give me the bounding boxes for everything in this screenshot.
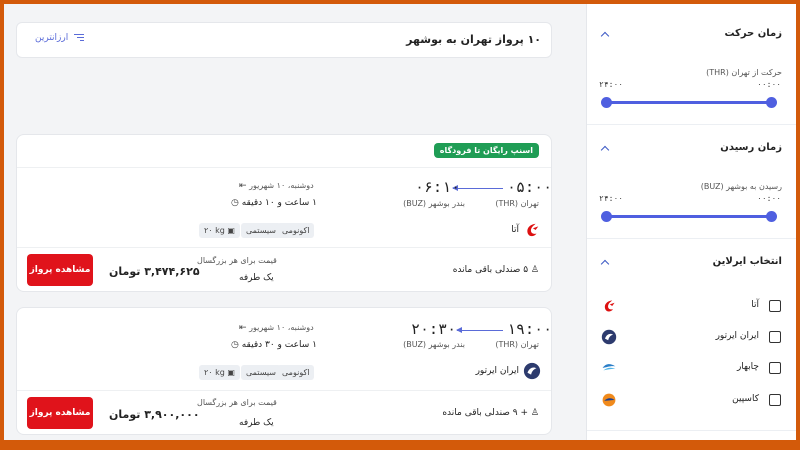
seats-left: ♙ ۵ صندلی باقی مانده xyxy=(452,265,539,275)
route-arrow xyxy=(456,327,503,333)
arrive-time: ۰۶:۱۰ xyxy=(415,178,461,196)
calendar-icon: ⇤ xyxy=(239,181,247,191)
destination-label: بندر بوشهر (BUZ) xyxy=(403,340,465,349)
type-tag: سیستمی xyxy=(241,365,281,380)
divider xyxy=(17,390,551,391)
slider-handle[interactable] xyxy=(766,211,777,222)
divider xyxy=(587,124,796,125)
flight-card[interactable]: اسنپ رایگان تا فرودگاه ۰۵:۰۰ ۰۶:۱۰ تهران… xyxy=(16,134,552,292)
depart-time: ۰۵:۰۰ xyxy=(507,178,553,196)
airline-option-label: آتا xyxy=(751,300,759,310)
class-tag: اکونومی xyxy=(277,365,315,380)
chevron-up-icon[interactable] xyxy=(601,144,609,152)
chevron-up-icon[interactable] xyxy=(601,30,609,38)
price-label: قیمت برای هر بزرگسال xyxy=(197,256,277,265)
baggage-tag: ۲۰ kg ▣ xyxy=(199,365,240,380)
arrival-slider[interactable] xyxy=(601,211,777,222)
airline-option[interactable]: آتا xyxy=(601,298,781,314)
view-flight-button[interactable]: مشاهده پرواز xyxy=(27,397,93,429)
divider xyxy=(587,238,796,239)
slider-handle[interactable] xyxy=(601,211,612,222)
airline-name: آتا xyxy=(511,225,519,235)
suitcase-icon: ▣ xyxy=(227,368,235,377)
caspian-logo-icon xyxy=(602,393,616,407)
route-arrow xyxy=(452,185,503,191)
ata-logo-icon xyxy=(527,223,539,237)
date-label: دوشنبه، ۱۰ شهریور ⇤ xyxy=(239,323,314,333)
chevron-up-icon[interactable] xyxy=(601,258,609,266)
results-header: ۱۰ پرواز تهران به بوشهر ارزانترین xyxy=(16,22,552,58)
divider xyxy=(17,167,551,168)
flight-card[interactable]: ۱۹:۰۰ ۲۰:۳۰ تهران (THR) بندر بوشهر (BUZ)… xyxy=(16,307,552,435)
departure-filter-label: حرکت از تهران (THR) xyxy=(706,68,782,77)
iran-airtour-logo-icon xyxy=(523,362,541,380)
airline-checkbox[interactable] xyxy=(769,362,781,374)
slider-handle[interactable] xyxy=(601,97,612,108)
origin-label: تهران (THR) xyxy=(495,340,539,349)
airline-option[interactable]: کاسپین xyxy=(601,392,781,408)
promo-badge: اسنپ رایگان تا فرودگاه xyxy=(433,143,539,158)
date-label: دوشنبه، ۱۰ شهریور ⇤ xyxy=(239,181,314,191)
clock-icon: ◷ xyxy=(231,340,239,350)
duration-label: ۱ ساعت و ۱۰ دقیقه ◷ xyxy=(231,198,317,208)
departure-range-min: ۰۰:۰۰ xyxy=(757,80,782,89)
clock-icon: ◷ xyxy=(231,198,239,208)
airline-option-label: چابهار xyxy=(736,362,759,372)
ata-logo-icon xyxy=(604,300,615,312)
depart-time: ۱۹:۰۰ xyxy=(507,320,553,338)
seat-icon: ♙ xyxy=(530,265,539,275)
departure-time-title: زمان حرکت xyxy=(724,28,782,39)
price-label: قیمت برای هر بزرگسال xyxy=(197,398,277,407)
origin-label: تهران (THR) xyxy=(495,199,539,208)
app-frame: ۱۰ پرواز تهران به بوشهر ارزانترین اسنپ ر… xyxy=(4,4,796,440)
arrive-time: ۲۰:۳۰ xyxy=(411,320,457,338)
filter-sidebar: زمان حرکت حرکت از تهران (THR) ۲۴:۰۰ ۰۰:۰… xyxy=(586,4,796,440)
sort-icon xyxy=(74,34,85,42)
airline-checkbox[interactable] xyxy=(769,394,781,406)
suitcase-icon: ▣ xyxy=(227,226,235,235)
type-tag: سیستمی xyxy=(241,223,281,238)
airline-checkbox[interactable] xyxy=(769,331,781,343)
chabahar-logo-icon xyxy=(602,364,616,371)
destination-label: بندر بوشهر (BUZ) xyxy=(403,199,465,208)
arrival-range-max: ۲۴:۰۰ xyxy=(599,194,624,203)
arrival-time-title: زمان رسیدن xyxy=(720,142,782,153)
airline-checkbox[interactable] xyxy=(769,300,781,312)
price: ۳,۴۷۴,۶۲۵ تومان xyxy=(109,265,200,278)
trip-type: یک طرفه xyxy=(239,418,274,428)
airline-option-label: ایران ایرتور xyxy=(715,331,759,341)
duration-label: ۱ ساعت و ۳۰ دقیقه ◷ xyxy=(231,340,317,350)
arrival-range-min: ۰۰:۰۰ xyxy=(757,194,782,203)
divider xyxy=(17,247,551,248)
departure-range-max: ۲۴:۰۰ xyxy=(599,80,624,89)
divider xyxy=(587,430,796,431)
price: ۳,۹۰۰,۰۰۰ تومان xyxy=(109,408,200,421)
departure-slider[interactable] xyxy=(601,97,777,108)
airline-name: ایران ایرتور xyxy=(475,366,519,376)
airline-filter-title: انتخاب ایرلاین xyxy=(712,256,782,267)
arrival-filter-label: رسیدن به بوشهر (BUZ) xyxy=(700,182,782,191)
results-title: ۱۰ پرواز تهران به بوشهر xyxy=(406,33,541,46)
seat-icon: ♙ xyxy=(530,408,539,418)
class-tag: اکونومی xyxy=(277,223,315,238)
slider-handle[interactable] xyxy=(766,97,777,108)
sort-label: ارزانترین xyxy=(35,33,69,43)
airline-option-label: کاسپین xyxy=(732,394,759,404)
airline-option[interactable]: ایران ایرتور xyxy=(601,329,781,345)
view-flight-button[interactable]: مشاهده پرواز xyxy=(27,254,93,286)
sort-button[interactable]: ارزانترین xyxy=(35,33,85,43)
calendar-icon: ⇤ xyxy=(239,323,247,333)
seats-left: ♙ + ۹ صندلی باقی مانده xyxy=(442,408,539,418)
airline-option[interactable]: چابهار xyxy=(601,360,781,376)
iran-airtour-logo-icon xyxy=(601,329,617,345)
trip-type: یک طرفه xyxy=(239,273,274,283)
baggage-tag: ۲۰ kg ▣ xyxy=(199,223,240,238)
